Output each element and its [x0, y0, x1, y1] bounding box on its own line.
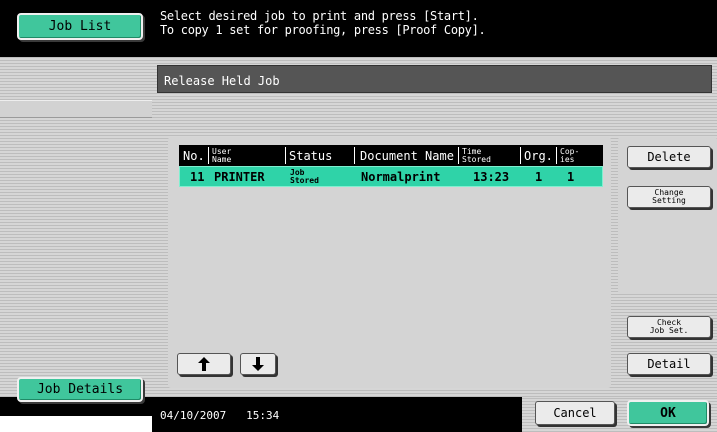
message-line-1: Select desired job to print and press [S…	[160, 9, 479, 23]
column-divider	[520, 147, 521, 164]
column-divider	[458, 147, 459, 164]
cell-document-name: Normalprint	[361, 169, 441, 184]
job-list-button[interactable]: Job List	[17, 13, 143, 40]
job-details-button[interactable]: Job Details	[17, 377, 143, 402]
check-job-set-button[interactable]: Check Job Set.	[627, 316, 711, 338]
column-header-document-name: Document Name	[360, 148, 454, 163]
column-divider	[285, 147, 286, 164]
detail-button[interactable]: Detail	[627, 353, 711, 375]
scroll-up-button[interactable]	[177, 353, 231, 375]
delete-label: Delete	[647, 150, 691, 164]
table-row[interactable]: 11 PRINTER Job Stored Normalprint 13:23 …	[179, 166, 603, 187]
status-date: 04/10/2007	[160, 409, 227, 422]
column-header-user-name-line2: Name	[212, 154, 232, 164]
column-header-status: Status	[289, 148, 333, 163]
column-header-time-stored-line2: Stored	[462, 154, 491, 164]
column-header-org: Org.	[524, 148, 553, 163]
check-job-set-label-line2: Job Set.	[649, 326, 689, 335]
scroll-down-button[interactable]	[240, 353, 276, 375]
column-divider	[556, 147, 557, 164]
change-setting-label-line2: Setting	[652, 196, 686, 205]
left-panel-divider	[0, 100, 152, 118]
column-header-copies-line2: ies	[560, 154, 575, 164]
column-header-copies: Cop- ies	[560, 145, 579, 166]
cell-status: Job Stored	[290, 167, 319, 186]
cell-status-line2: Stored	[290, 175, 319, 185]
ok-button[interactable]: OK	[627, 400, 709, 426]
detail-label: Detail	[647, 357, 691, 371]
message-line-2: To copy 1 set for proofing, press [Proof…	[160, 23, 486, 37]
cell-org: 1	[535, 169, 543, 184]
cancel-label: Cancel	[553, 406, 597, 420]
arrow-down-icon	[252, 357, 264, 371]
left-panel	[0, 0, 152, 416]
status-datetime: 04/10/2007 15:34	[160, 409, 279, 422]
message-bar: Select desired job to print and press [S…	[152, 0, 717, 57]
column-header-no: No.	[183, 148, 205, 163]
job-table-header: No. User Name Status Document Name Time …	[179, 145, 603, 166]
column-divider	[354, 147, 355, 164]
cell-time-stored: 13:23	[473, 169, 510, 184]
cell-no: 11	[190, 169, 205, 184]
status-time: 15:34	[246, 409, 280, 422]
panel-title: Release Held Job	[157, 65, 712, 93]
column-header-time-stored: Time Stored	[462, 145, 491, 166]
cell-user-name: PRINTER	[214, 169, 265, 184]
delete-button[interactable]: Delete	[627, 146, 711, 168]
job-list-label: Job List	[48, 19, 112, 34]
job-details-label: Job Details	[36, 382, 124, 397]
cell-copies: 1	[567, 169, 575, 184]
arrow-up-icon	[198, 357, 210, 371]
ok-label: OK	[660, 405, 676, 421]
column-divider	[208, 147, 209, 164]
change-setting-button[interactable]: Change Setting	[627, 186, 711, 208]
column-header-user-name: User Name	[212, 145, 231, 166]
cancel-button[interactable]: Cancel	[535, 401, 615, 425]
screen: Job List Job Details Select desired job …	[0, 0, 717, 432]
